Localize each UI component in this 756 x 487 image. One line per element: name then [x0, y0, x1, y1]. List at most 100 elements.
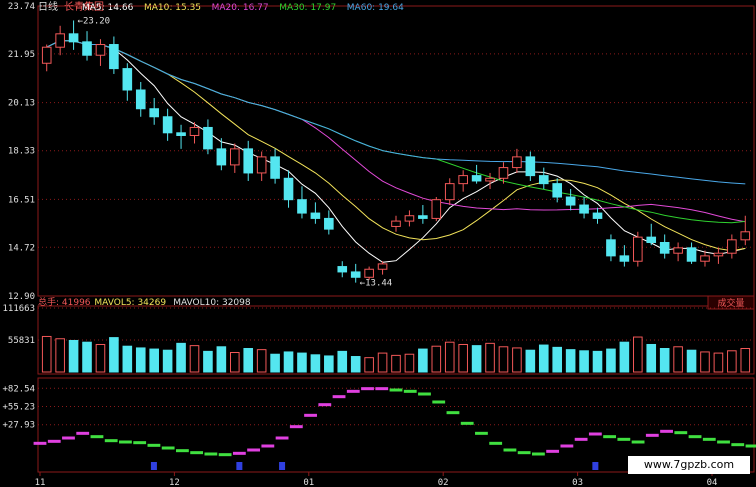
volume-bar [592, 350, 603, 373]
price-tick-label: 20.13 [8, 99, 35, 109]
oscillator-point [133, 441, 147, 445]
volume-bar [324, 355, 334, 373]
oscillator-point [717, 440, 730, 444]
candle-body [135, 89, 146, 110]
oscillator-point [161, 446, 175, 450]
x-tick-label: 11 [35, 478, 46, 487]
oscillator-point [503, 448, 517, 452]
ma-legend-item: MA30: 17.97 [279, 3, 336, 13]
volume-series [41, 335, 751, 373]
volume-bar [404, 353, 415, 373]
candle-body [310, 212, 321, 219]
volume-bar [713, 352, 724, 373]
volume-bar [659, 348, 670, 373]
watermark: www.7gpzb.com [628, 456, 750, 474]
volume-bar [512, 347, 522, 373]
candle-body [740, 231, 751, 241]
candle-body [471, 175, 482, 182]
candle-body [713, 252, 724, 257]
candle-body [512, 156, 522, 169]
low-price-annotation: ←13.44 [360, 279, 393, 289]
oscillator-point [460, 421, 474, 425]
volume-bar [109, 337, 119, 373]
candle-body [646, 236, 657, 243]
oscillator-point [603, 435, 617, 439]
volume-bar [270, 353, 280, 373]
oscillator-point [446, 411, 460, 415]
candle-body [525, 156, 536, 177]
candle-body [686, 247, 697, 262]
oscillator-point [346, 389, 360, 393]
volume-bar [431, 345, 442, 373]
volume-legend-item: 总手: 41996 [38, 296, 91, 308]
oscillator-marker [592, 462, 599, 470]
oscillator-point [546, 449, 560, 453]
volume-bar [229, 352, 240, 373]
candle-body [606, 239, 616, 257]
candle-body [149, 108, 159, 118]
oscillator-point [33, 441, 47, 445]
volume-bar [579, 350, 589, 373]
oscillator-point [432, 400, 446, 404]
volume-legend: 总手: 41996 MAVOL5: 34269 MAVOL10: 32098 [38, 296, 251, 308]
volume-bar [418, 348, 428, 373]
oscillator-point [631, 440, 645, 444]
oscillator-point [702, 437, 716, 441]
volume-bar [203, 350, 213, 373]
oscillator-point [147, 443, 161, 447]
oscillator-point [232, 451, 246, 455]
oscillator-point [90, 435, 104, 439]
candle-body [619, 255, 630, 262]
volume-bar [673, 346, 683, 373]
volume-bar [310, 354, 321, 373]
volume-bar [297, 352, 307, 373]
candle-body [216, 148, 227, 166]
oscillator-point [119, 440, 132, 444]
oscillator-point [389, 388, 403, 392]
volume-bar [337, 350, 348, 373]
oscillator-point [361, 387, 374, 391]
volume-tick-label: 55831 [8, 336, 35, 346]
date-x-axis: 11 12 01 02 03 04 [35, 472, 717, 487]
oscillator-point [475, 431, 488, 435]
volume-bar [135, 347, 146, 373]
volume-bar [471, 345, 482, 373]
candle-body [458, 175, 468, 185]
volume-bar [256, 349, 267, 373]
volume-bar [525, 349, 536, 373]
candle-body [243, 148, 254, 174]
volume-bar [565, 349, 576, 373]
oscillator-point [76, 431, 90, 435]
candle-body [162, 116, 173, 134]
oscillator-point [674, 431, 688, 435]
candle-body [337, 266, 348, 273]
candle-body [633, 236, 643, 262]
volume-bar [350, 356, 361, 373]
volume-bar [95, 343, 106, 373]
volume-bar [485, 342, 495, 373]
price-tick-label: 23.74 [8, 2, 35, 12]
volume-bar [740, 348, 751, 373]
oscillator-point [745, 444, 756, 448]
ma-legend-item: MA60: 19.64 [347, 3, 404, 13]
volume-bar [444, 341, 455, 373]
candle-body [41, 46, 52, 64]
volume-bar [283, 351, 294, 373]
volume-bar [538, 344, 549, 373]
volume-bar [633, 336, 643, 373]
volume-bar [68, 339, 79, 373]
candle-body [552, 183, 563, 198]
x-tick-label: 02 [438, 478, 449, 487]
price-tick-label: 21.95 [8, 50, 35, 60]
candle-body [256, 156, 267, 174]
price-tick-label: 16.51 [8, 195, 35, 205]
candle-body [109, 44, 119, 70]
volume-bar [122, 345, 133, 373]
oscillator-point [574, 437, 588, 441]
high-price-annotation: ←23.20 [78, 16, 111, 26]
volume-bar [391, 354, 401, 373]
oscillator-point [403, 389, 417, 393]
price-tick-label: 18.33 [8, 147, 35, 157]
oscillator-marker [279, 462, 286, 470]
oscillator-point [617, 437, 631, 441]
